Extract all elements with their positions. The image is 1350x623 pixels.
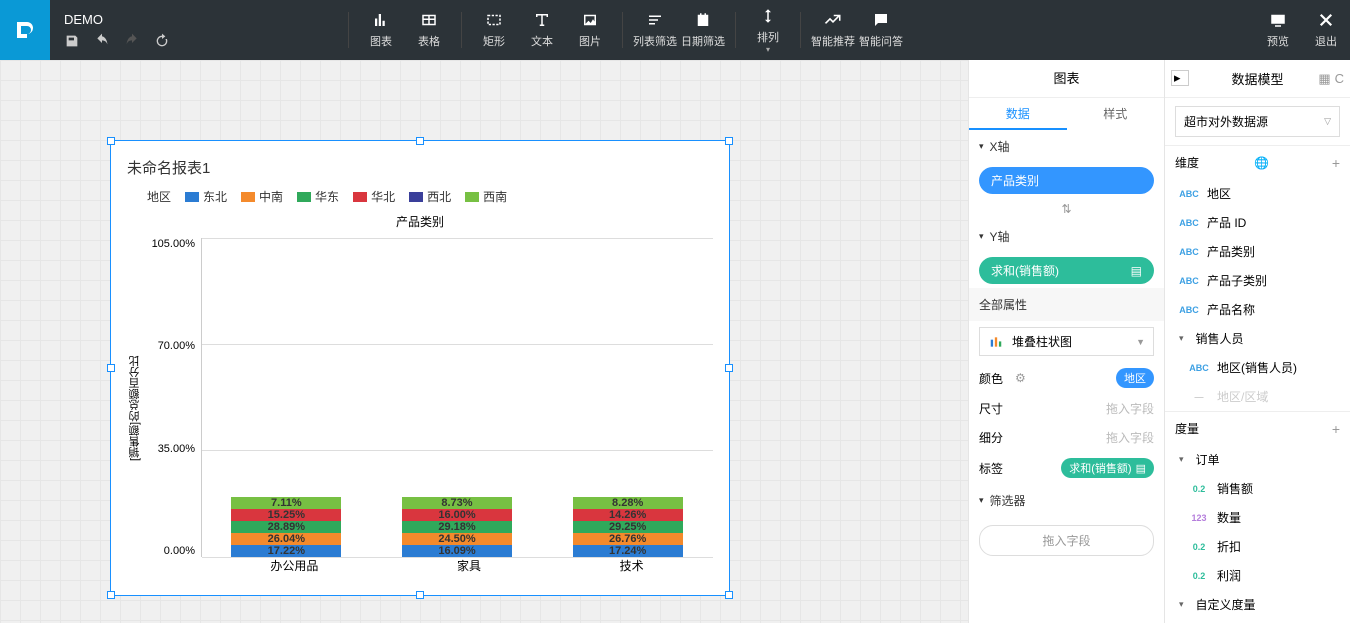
section-y-axis[interactable]: ▾Y轴: [969, 220, 1164, 253]
field-item[interactable]: 0.2折扣: [1165, 532, 1350, 561]
panel-collapse-icon[interactable]: ▸: [1171, 70, 1189, 86]
toolbar-table[interactable]: 表格: [405, 0, 453, 60]
toolbar-smart-qa[interactable]: 智能问答: [857, 0, 905, 60]
canvas[interactable]: 未命名报表1 地区 东北 中南 华东 华北 西北 西南 产品类别 [销售额]的总…: [0, 60, 968, 623]
field-item[interactable]: —地区/区域: [1165, 382, 1350, 411]
toolbar-arrange[interactable]: 排列▾: [744, 0, 792, 60]
toolbar-image[interactable]: 图片: [566, 0, 614, 60]
y-field-pill[interactable]: 求和(销售额)▤: [979, 257, 1154, 284]
cfg-color[interactable]: 颜色⚙地区: [969, 362, 1164, 394]
bar-办公用品: 17.22%26.04%28.89%15.25%7.11%: [231, 497, 341, 557]
cfg-detail[interactable]: 细分拖入字段: [969, 423, 1164, 452]
filter-drop-slot[interactable]: 拖入字段: [979, 525, 1154, 556]
toolbar-list-filter[interactable]: 列表筛选: [631, 0, 679, 60]
chart-title: 未命名报表1: [127, 157, 713, 178]
refresh-icon[interactable]: [154, 33, 170, 49]
field-item[interactable]: 0.2销售额: [1165, 474, 1350, 503]
x-field-pill[interactable]: 产品类别: [979, 167, 1154, 194]
data-model-title: 数据模型: [1231, 69, 1283, 88]
cfg-label[interactable]: 标签求和(销售额)▤: [969, 452, 1164, 484]
chart-legend: 地区 东北 中南 华东 华北 西北 西南: [147, 188, 713, 205]
config-panel: 图表 数据 样式 ▾X轴 产品类别 ⇅ ▾Y轴 求和(销售额)▤ 全部属性 堆叠…: [968, 60, 1164, 623]
toolbar-date-filter[interactable]: 日期筛选: [679, 0, 727, 60]
globe-icon[interactable]: 🌐: [1254, 156, 1269, 170]
swap-axes-icon[interactable]: ⇅: [969, 198, 1164, 220]
datasource-select[interactable]: 超市对外数据源▽: [1175, 106, 1340, 137]
toolbar-text[interactable]: 文本: [518, 0, 566, 60]
chart-type-select[interactable]: 堆叠柱状图▼: [979, 327, 1154, 356]
field-item[interactable]: ABC产品子类别: [1165, 266, 1350, 295]
measure-group: 度量+: [1165, 411, 1350, 445]
add-dimension-icon[interactable]: +: [1332, 155, 1340, 171]
add-measure-icon[interactable]: +: [1332, 421, 1340, 437]
save-icon[interactable]: [64, 33, 80, 49]
section-all-attrs: 全部属性: [969, 288, 1164, 321]
field-item[interactable]: ABC地区: [1165, 179, 1350, 208]
toolbar-chart[interactable]: 图表: [357, 0, 405, 60]
tab-data[interactable]: 数据: [969, 98, 1067, 130]
toolbar-smart-rec[interactable]: 智能推荐: [809, 0, 857, 60]
undo-icon[interactable]: [94, 33, 110, 49]
field-group-custom[interactable]: ▾自定义度量: [1165, 590, 1350, 619]
field-item[interactable]: ABC产品类别: [1165, 237, 1350, 266]
toolbar-rect[interactable]: 矩形: [470, 0, 518, 60]
section-filter[interactable]: ▾筛选器: [969, 484, 1164, 517]
config-panel-title: 图表: [969, 60, 1164, 98]
section-x-axis[interactable]: ▾X轴: [969, 130, 1164, 163]
field-item[interactable]: 0.2利润: [1165, 561, 1350, 590]
chart-x-title: 产品类别: [127, 213, 713, 230]
toolbar-preview[interactable]: 预览: [1254, 0, 1302, 60]
bar-家具: 16.09%24.50%29.18%16.00%8.73%: [402, 497, 512, 557]
chart-widget[interactable]: 未命名报表1 地区 东北 中南 华东 华北 西北 西南 产品类别 [销售额]的总…: [110, 140, 730, 596]
toolbar-exit[interactable]: 退出: [1302, 0, 1350, 60]
redo-icon: [124, 33, 140, 49]
legend-item: 西北: [409, 188, 451, 205]
field-item[interactable]: ABC地区(销售人员): [1165, 353, 1350, 382]
field-group-order[interactable]: ▾订单: [1165, 445, 1350, 474]
field-item[interactable]: ABC产品名称: [1165, 295, 1350, 324]
app-title: DEMO: [64, 12, 340, 27]
dimension-group: 维度🌐+: [1165, 145, 1350, 179]
cfg-size[interactable]: 尺寸拖入字段: [969, 394, 1164, 423]
grid-icon[interactable]: ▦: [1318, 71, 1330, 87]
x-axis-categories: 办公用品家具技术: [201, 557, 713, 579]
field-item[interactable]: 123数量: [1165, 503, 1350, 532]
y-axis: 105.00%70.00%35.00%0.00%: [147, 238, 201, 579]
legend-item: 东北: [185, 188, 227, 205]
tab-style[interactable]: 样式: [1067, 98, 1165, 130]
legend-item: 华北: [353, 188, 395, 205]
bar-技术: 17.24%26.76%29.25%14.26%8.28%: [573, 497, 683, 557]
y-axis-label: [销售额]的总额百分比: [127, 238, 143, 579]
field-group-sales[interactable]: ▾销售人员: [1165, 324, 1350, 353]
legend-item: 中南: [241, 188, 283, 205]
app-logo[interactable]: [0, 0, 50, 60]
legend-item: 华东: [297, 188, 339, 205]
field-item[interactable]: ABC产品 ID: [1165, 208, 1350, 237]
settings-icon[interactable]: C: [1335, 71, 1344, 87]
legend-item: 西南: [465, 188, 507, 205]
data-model-panel: ▸ 数据模型 ▦C 超市对外数据源▽ 维度🌐+ ABC地区ABC产品 IDABC…: [1164, 60, 1350, 623]
